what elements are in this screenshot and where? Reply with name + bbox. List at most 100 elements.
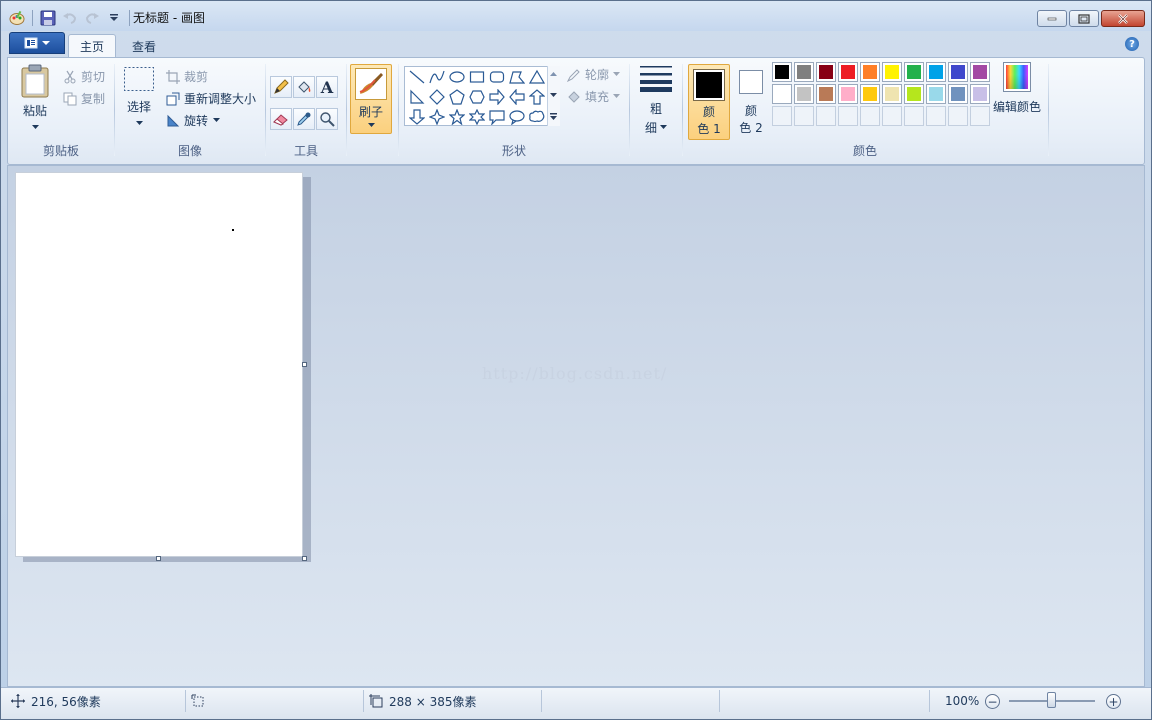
paint-menu-button[interactable] [9, 32, 65, 54]
eraser-tool[interactable] [270, 108, 292, 130]
image-group-label: 图像 [177, 144, 202, 158]
clipboard-icon [21, 64, 49, 98]
cut-label: 剪切 [81, 70, 106, 84]
status-separator [185, 690, 186, 712]
select-button[interactable]: 选择 [123, 66, 155, 136]
fill-tool[interactable] [293, 76, 315, 98]
shapes-group-label: 形状 [501, 144, 526, 158]
resize-label: 重新调整大小 [184, 92, 257, 106]
close-button[interactable] [1101, 10, 1145, 27]
color-picker-tool[interactable] [293, 108, 315, 130]
tab-view[interactable]: 查看 [121, 34, 167, 58]
cut-button[interactable]: 剪切 [62, 68, 105, 85]
colors-group-label: 颜色 [852, 144, 877, 158]
copy-label: 复制 [81, 92, 106, 106]
chevron-down-icon [135, 121, 143, 125]
rotate-label: 旋转 [184, 114, 209, 128]
clipboard-group-label: 剪贴板 [42, 144, 79, 158]
paste-label: 粘贴 [22, 104, 47, 118]
close-icon [1118, 13, 1128, 24]
image-size-icon [369, 694, 383, 708]
undo-icon[interactable] [60, 8, 80, 28]
canvas-workspace[interactable]: http://blog.csdn.net/ [7, 165, 1145, 687]
restore-icon [1078, 13, 1090, 24]
chevron-down-icon [42, 41, 50, 45]
cursor-position-text: 216, 56像素 [31, 694, 101, 709]
menu-icon [24, 37, 38, 49]
redo-icon[interactable] [82, 8, 102, 28]
size-button[interactable]: 粗 细 [636, 64, 676, 136]
help-icon[interactable]: ? [1125, 37, 1139, 51]
pencil-icon [274, 79, 289, 94]
watermark-text: http://blog.csdn.net/ [482, 364, 668, 383]
minimize-button[interactable] [1037, 10, 1067, 27]
crop-icon [165, 69, 181, 85]
customize-qat-icon[interactable] [104, 8, 124, 28]
paint-window: 无标题 - 画图 主页 查看 ? 粘贴 剪切 复制 剪贴板 选择 裁剪 重新调整… [0, 0, 1152, 720]
text-icon: A [320, 77, 334, 97]
brushes-button[interactable]: 刷子 [350, 64, 392, 134]
status-separator [719, 690, 720, 712]
zoom-level: 100% [945, 694, 980, 708]
qat-separator [32, 10, 33, 26]
line-width-icon [640, 66, 672, 92]
crop-label: 裁剪 [184, 70, 209, 84]
clipboard-group: 粘贴 剪切 复制 剪贴板 [8, 60, 114, 162]
resize-handle-bottom[interactable] [156, 556, 161, 561]
tools-group-label: 工具 [293, 144, 318, 158]
crosshair-icon [11, 694, 25, 708]
minimize-icon [1047, 17, 1057, 20]
resize-handle-corner[interactable] [302, 556, 307, 561]
zoom-slider-thumb[interactable] [1047, 692, 1056, 708]
scissors-icon [62, 69, 78, 85]
tab-home[interactable]: 主页 [68, 34, 117, 58]
rotate-button[interactable]: 旋转 [165, 112, 221, 129]
title-bar: 无标题 - 画图 [1, 1, 1151, 31]
brushes-label: 刷子 [358, 105, 383, 119]
group-separator [398, 64, 399, 156]
selection-size [191, 688, 205, 714]
ribbon: 粘贴 剪切 复制 剪贴板 选择 裁剪 重新调整大小 旋转 图像 A 工具 刷子 … [7, 57, 1145, 165]
magnifier-tool[interactable] [316, 108, 338, 130]
status-separator [541, 690, 542, 712]
zoom-in-button[interactable]: + [1106, 694, 1121, 709]
ribbon-tab-row: 主页 查看 ? [1, 31, 1151, 58]
select-label: 选择 [126, 100, 151, 114]
text-tool[interactable]: A [316, 76, 338, 98]
save-icon[interactable] [38, 8, 58, 28]
rotate-icon [165, 113, 181, 129]
maximize-button[interactable] [1069, 10, 1099, 27]
group-separator [682, 64, 683, 156]
image-group: 选择 裁剪 重新调整大小 旋转 图像 [115, 60, 265, 162]
pixel-dot [232, 229, 234, 231]
paint-app-icon[interactable] [7, 8, 27, 28]
chevron-down-icon [213, 118, 221, 122]
chevron-down-icon [368, 123, 375, 127]
resize-button[interactable]: 重新调整大小 [165, 90, 256, 107]
zoom-out-button[interactable]: − [985, 694, 1000, 709]
group-separator [346, 64, 347, 156]
eraser-icon [273, 114, 288, 126]
group-separator [629, 64, 630, 156]
chevron-down-icon [31, 125, 39, 129]
select-rectangle-icon [124, 67, 154, 91]
colors-group: 颜色 [684, 60, 1046, 162]
brush-icon [355, 68, 387, 100]
status-separator [363, 690, 364, 712]
tools-group: A 工具 [266, 60, 346, 162]
qat-separator [129, 10, 130, 26]
paste-button[interactable]: 粘贴 [14, 64, 56, 136]
group-separator [1048, 64, 1049, 156]
pencil-tool[interactable] [270, 76, 292, 98]
drawing-canvas[interactable] [15, 172, 303, 557]
eyedropper-icon [297, 112, 311, 126]
resize-handle-right[interactable] [302, 362, 307, 367]
copy-button[interactable]: 复制 [62, 90, 105, 107]
copy-icon [62, 91, 78, 107]
shapes-group: 形状 [400, 60, 628, 162]
chevron-down-icon [660, 125, 667, 129]
size-label-line1: 粗 [649, 102, 662, 116]
window-controls [1037, 10, 1145, 27]
crop-button[interactable]: 裁剪 [165, 68, 208, 85]
magnifier-icon [320, 112, 335, 127]
